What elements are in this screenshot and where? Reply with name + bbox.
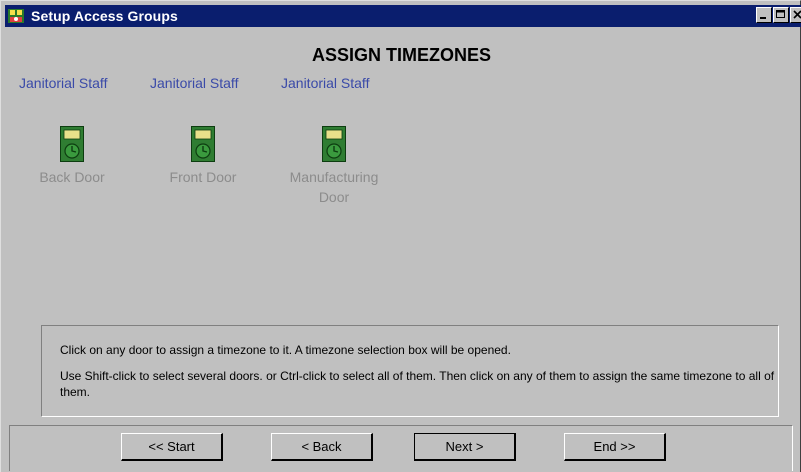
door-timeclock-icon	[191, 126, 215, 162]
next-button[interactable]: Next >	[414, 433, 516, 461]
setup-access-groups-window: Setup Access Groups ASSIGN TIMEZONES Jan…	[0, 0, 801, 472]
app-icon[interactable]	[7, 7, 25, 25]
end-button[interactable]: End >>	[564, 433, 666, 461]
instructions-box: Click on any door to assign a timezone t…	[41, 325, 779, 417]
door-label-line: Manufacturing	[289, 169, 379, 185]
start-button[interactable]: << Start	[121, 433, 223, 461]
group-label: Janitorial Staff	[150, 75, 239, 91]
minimize-button[interactable]	[756, 7, 772, 23]
back-button[interactable]: < Back	[271, 433, 373, 461]
maximize-button[interactable]	[773, 7, 789, 23]
group-label: Janitorial Staff	[19, 75, 108, 91]
door-manufacturing-door[interactable]: Manufacturing Door	[279, 126, 389, 207]
door-timeclock-icon	[322, 126, 346, 162]
group-label: Janitorial Staff	[281, 75, 370, 91]
window-title: Setup Access Groups	[31, 8, 178, 24]
door-label: Manufacturing Door	[279, 167, 389, 207]
window-controls	[755, 7, 801, 23]
instruction-text: Click on any door to assign a timezone t…	[60, 343, 511, 357]
door-back-door[interactable]: Back Door	[17, 126, 127, 187]
door-timeclock-icon	[60, 126, 84, 162]
instruction-text: Use Shift-click to select several doors.…	[60, 369, 775, 399]
door-label: Back Door	[39, 169, 105, 185]
close-button[interactable]	[790, 7, 801, 23]
door-label-line: Door	[318, 189, 350, 205]
page-heading: ASSIGN TIMEZONES	[311, 45, 491, 65]
door-label: Front Door	[169, 169, 237, 185]
title-bar[interactable]: Setup Access Groups	[5, 5, 801, 27]
door-front-door[interactable]: Front Door	[148, 126, 258, 187]
